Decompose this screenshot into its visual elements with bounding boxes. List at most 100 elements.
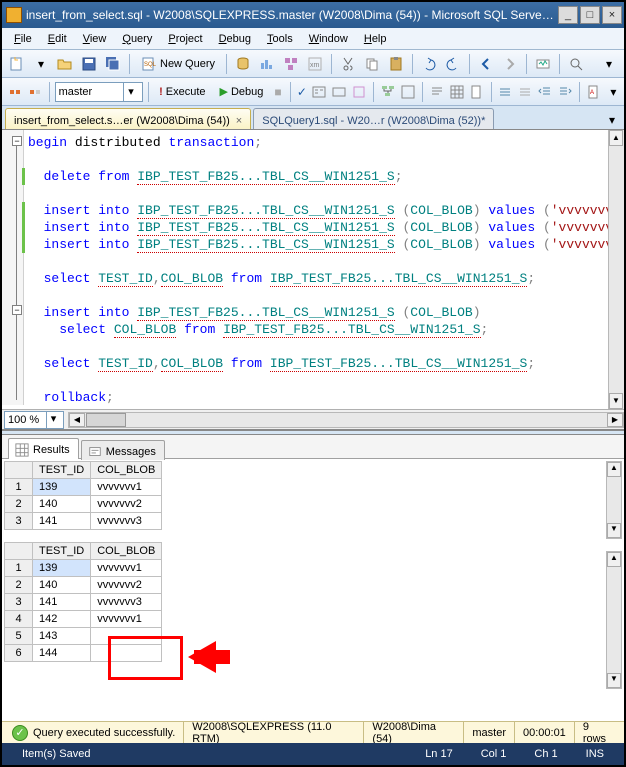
grid2-vscroll[interactable]: ▲▼ — [606, 551, 622, 689]
menu-debug[interactable]: Debug — [211, 31, 259, 47]
scroll-right-icon[interactable]: ▶ — [607, 413, 623, 427]
results-text-button[interactable] — [428, 81, 446, 103]
intellisense-button[interactable] — [350, 81, 368, 103]
menu-edit[interactable]: Edit — [40, 31, 75, 47]
results-grid-button[interactable] — [448, 81, 466, 103]
table-row: 2140vvvvvvv2 — [5, 577, 162, 594]
editor-vscroll[interactable]: ▲ ▼ — [608, 130, 624, 409]
change-conn-button[interactable] — [26, 81, 44, 103]
menu-help[interactable]: Help — [356, 31, 395, 47]
menu-window[interactable]: Window — [301, 31, 356, 47]
save-button[interactable] — [78, 53, 100, 75]
nav-back-button[interactable] — [475, 53, 497, 75]
include-plan-button[interactable] — [379, 81, 397, 103]
grid1-vscroll[interactable]: ▲▼ — [606, 461, 622, 539]
cut-button[interactable] — [337, 53, 359, 75]
save-all-button[interactable] — [102, 53, 124, 75]
query-status-bar: ✓ Query executed successfully. W2008\SQL… — [2, 721, 624, 743]
mdx-query-button[interactable] — [256, 53, 278, 75]
database-combo[interactable]: master ▾ — [55, 82, 143, 102]
scroll-thumb[interactable] — [86, 413, 126, 427]
parse-button[interactable]: ✓ — [295, 81, 308, 103]
toolbar-options[interactable]: ▾ — [598, 53, 620, 75]
undo-button[interactable] — [418, 53, 440, 75]
status-message: Query executed successfully. — [33, 727, 175, 739]
tab-list-button[interactable]: ▾ — [603, 111, 621, 129]
editor-text[interactable]: begin distributed transaction; delete fr… — [2, 130, 624, 406]
table-row: 6144 — [5, 645, 162, 662]
open-button[interactable] — [54, 53, 76, 75]
messages-icon — [88, 445, 102, 459]
tab-messages[interactable]: Messages — [81, 440, 165, 460]
menu-tools[interactable]: Tools — [259, 31, 301, 47]
editor-footer: 100 % ▾ ◀ ▶ — [2, 409, 624, 429]
editor-hscroll[interactable]: ◀ ▶ — [68, 412, 624, 428]
tab-insert-from-select[interactable]: insert_from_select.s…er (W2008\Dima (54)… — [5, 108, 251, 129]
status-rows: 9 rows — [575, 722, 622, 743]
new-query-label: New Query — [160, 58, 215, 70]
nav-fwd-button[interactable] — [499, 53, 521, 75]
tab-label: Results — [33, 444, 70, 456]
table-row: 1139vvvvvvv1 — [5, 479, 162, 496]
col-header[interactable]: TEST_ID — [33, 543, 91, 560]
zoom-value: 100 % — [8, 414, 39, 426]
find-button[interactable] — [565, 53, 587, 75]
results-file-button[interactable] — [468, 81, 486, 103]
menu-view[interactable]: View — [75, 31, 115, 47]
estimated-plan-button[interactable] — [310, 81, 328, 103]
grid-corner[interactable] — [5, 462, 33, 479]
status-user: W2008\Dima (54) — [364, 722, 464, 743]
tab-sqlquery1[interactable]: SQLQuery1.sql - W20…r (W2008\Dima (52))* — [253, 108, 494, 129]
chevron-down-icon: ▾ — [46, 412, 60, 428]
query-options-button[interactable] — [330, 81, 348, 103]
close-button[interactable]: × — [602, 6, 622, 24]
engine-query-button[interactable] — [232, 53, 254, 75]
copy-button[interactable] — [361, 53, 383, 75]
zoom-combo[interactable]: 100 % ▾ — [4, 411, 64, 429]
table-row: 3141vvvvvvv3 — [5, 594, 162, 611]
maximize-button[interactable]: □ — [580, 6, 600, 24]
indent-dec-button[interactable] — [536, 81, 554, 103]
status-db: master — [464, 722, 515, 743]
uncomment-button[interactable] — [516, 81, 534, 103]
debug-button[interactable]: ▶ Debug — [214, 81, 270, 103]
scroll-left-icon[interactable]: ◀ — [69, 413, 85, 427]
sql-editor[interactable]: − − begin distributed transaction; delet… — [2, 130, 624, 430]
tab-close-icon[interactable]: × — [236, 115, 242, 127]
menu-file[interactable]: File — [6, 31, 40, 47]
grid-corner[interactable] — [5, 543, 33, 560]
menu-project[interactable]: Project — [160, 31, 210, 47]
results-grid-2[interactable]: TEST_ID COL_BLOB 1139vvvvvvv1 2140vvvvvv… — [4, 542, 162, 662]
col-header[interactable]: COL_BLOB — [91, 543, 162, 560]
new-query-button[interactable]: SQL New Query — [135, 53, 221, 75]
cancel-query-button[interactable]: ■ — [271, 81, 284, 103]
toolbar-sql: master ▾ ! Execute ▶ Debug ■ ✓ A ▾ — [2, 78, 624, 106]
scroll-down-icon[interactable]: ▼ — [609, 393, 623, 409]
app-icon — [6, 7, 22, 23]
menu-query[interactable]: Query — [114, 31, 160, 47]
activity-button[interactable] — [532, 53, 554, 75]
include-stats-button[interactable] — [399, 81, 417, 103]
new-dropdown[interactable]: ▾ — [30, 53, 52, 75]
toolbar2-options[interactable]: ▾ — [607, 81, 620, 103]
template-button[interactable]: A — [585, 81, 603, 103]
paste-button[interactable] — [385, 53, 407, 75]
minimize-button[interactable]: _ — [558, 6, 578, 24]
indent-inc-button[interactable] — [556, 81, 574, 103]
col-header[interactable]: TEST_ID — [33, 462, 91, 479]
results-grids: TEST_ID COL_BLOB 1139vvvvvvv1 2140vvvvvv… — [2, 459, 624, 721]
redo-button[interactable] — [442, 53, 464, 75]
title-bar: insert_from_select.sql - W2008\SQLEXPRES… — [2, 2, 624, 28]
scroll-up-icon[interactable]: ▲ — [609, 130, 623, 146]
connect-button[interactable] — [6, 81, 24, 103]
xmla-query-button[interactable]: xm — [304, 53, 326, 75]
col-header[interactable]: COL_BLOB — [91, 462, 162, 479]
results-grid-1[interactable]: TEST_ID COL_BLOB 1139vvvvvvv1 2140vvvvvv… — [4, 461, 162, 530]
dmx-query-button[interactable] — [280, 53, 302, 75]
tab-results[interactable]: Results — [8, 438, 79, 459]
status-saved: Item(s) Saved — [8, 748, 104, 760]
status-col: Col 1 — [467, 748, 521, 760]
execute-button[interactable]: ! Execute — [153, 81, 211, 103]
new-project-button[interactable] — [6, 53, 28, 75]
comment-button[interactable] — [496, 81, 514, 103]
